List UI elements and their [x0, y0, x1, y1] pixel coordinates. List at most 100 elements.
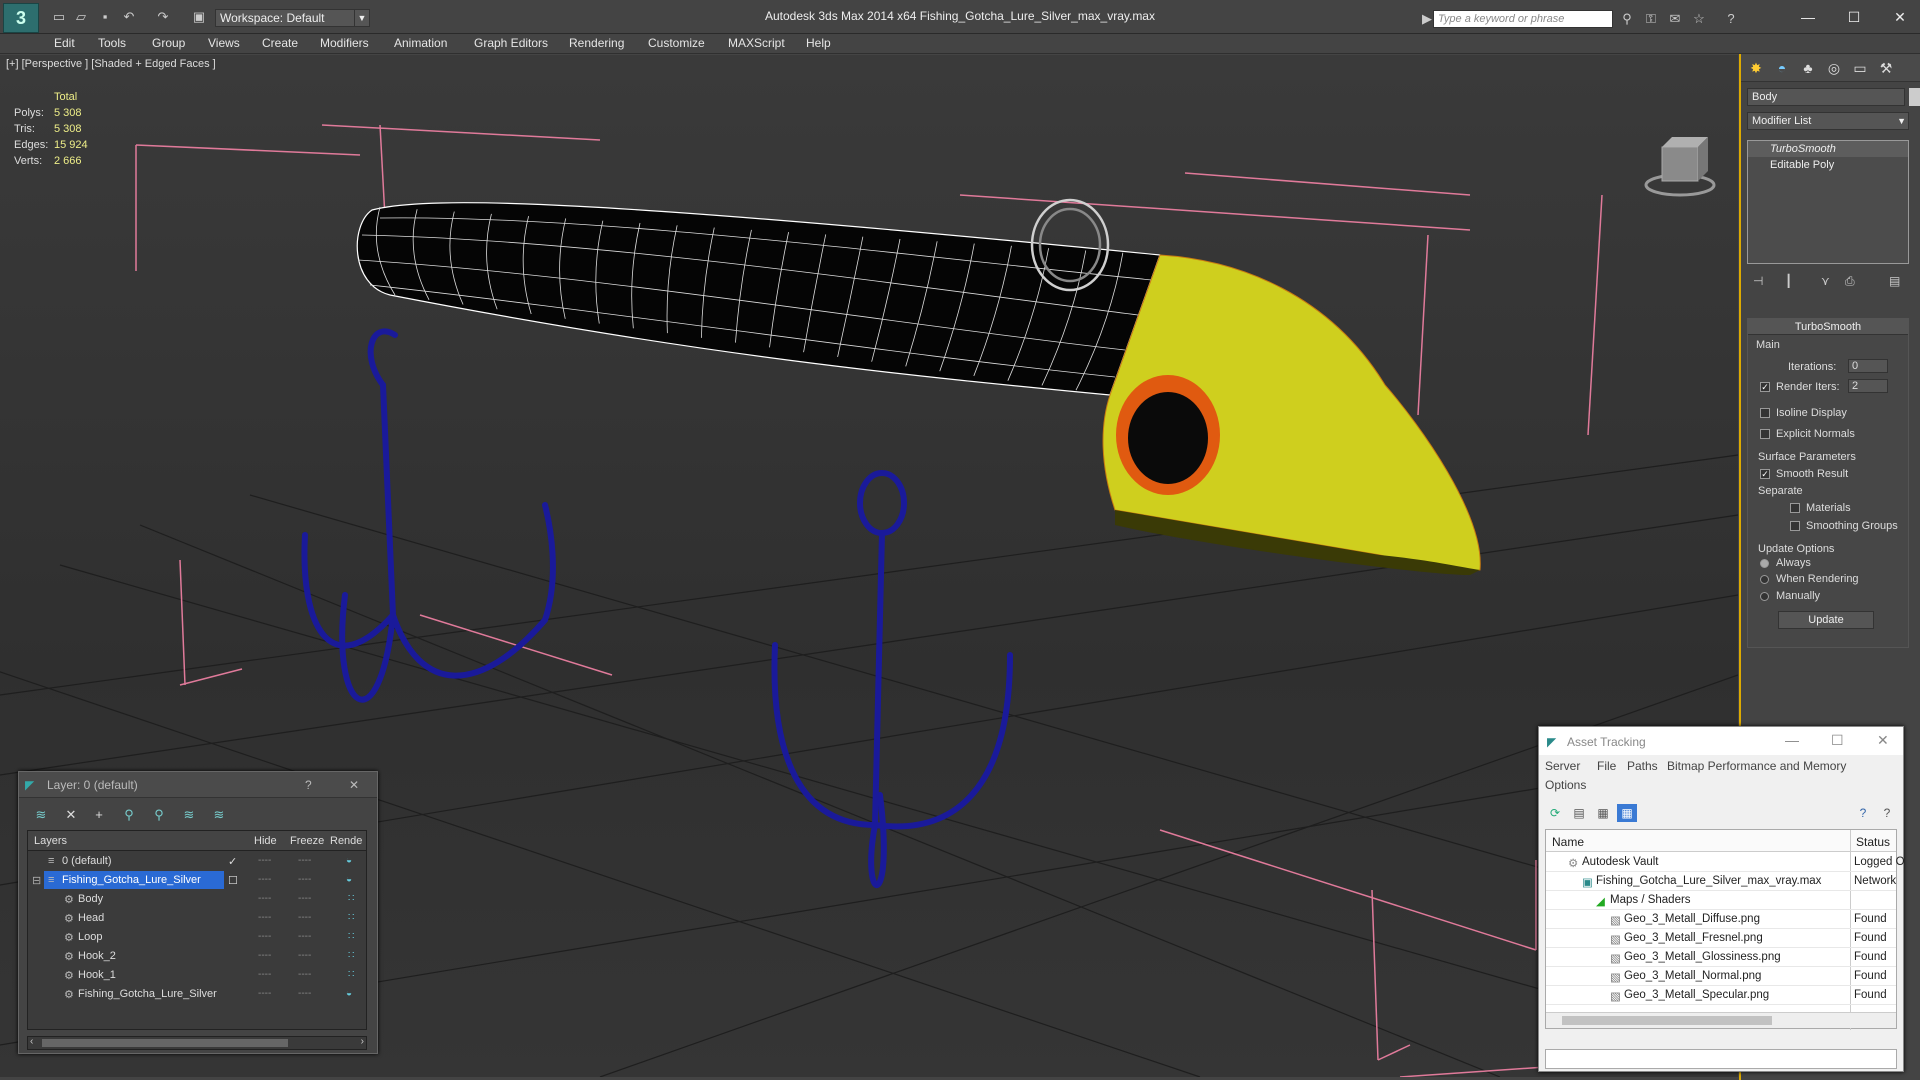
asset-row[interactable]: ◢ Maps / Shaders — [1546, 891, 1896, 910]
chevron-down-icon[interactable]: ▼ — [1897, 113, 1906, 129]
expand-icon[interactable]: ⊟ — [32, 874, 41, 887]
hide-toggle[interactable]: ---- — [258, 912, 271, 923]
asset-menu-bitmap-performance[interactable]: Bitmap Performance and Memory — [1667, 759, 1846, 773]
render-dots-icon[interactable]: ∷ — [348, 931, 354, 942]
help-icon[interactable]: ? — [1722, 10, 1740, 28]
manually-radio[interactable] — [1760, 592, 1769, 601]
communication-icon[interactable]: ✉ — [1666, 10, 1684, 28]
binoculars-icon[interactable]: ⚲ — [1618, 10, 1636, 28]
active-layer-box-icon[interactable]: ☐ — [228, 874, 238, 887]
object-name-field[interactable]: Body — [1747, 88, 1905, 106]
refresh-icon[interactable]: ⟳ — [1545, 804, 1565, 822]
asset-row[interactable]: ▣ Fishing_Gotcha_Lure_Silver_max_vray.ma… — [1546, 872, 1896, 891]
object-row[interactable]: ⚙ Fishing_Gotcha_Lure_Silver ---- ---- ◒ — [28, 985, 366, 1004]
smoothing-groups-checkbox[interactable] — [1790, 521, 1800, 531]
hide-toggle[interactable]: ---- — [258, 988, 271, 999]
configure-sets-icon[interactable]: ▤ — [1889, 274, 1900, 288]
menu-help[interactable]: Help — [806, 36, 831, 50]
asset-menu-server[interactable]: Server — [1545, 759, 1580, 773]
delete-layer-icon[interactable]: ✕ — [61, 806, 81, 824]
iterations-spinner[interactable]: 0 — [1848, 359, 1888, 373]
col-render[interactable]: Rende — [330, 835, 362, 847]
asset-menu-paths[interactable]: Paths — [1627, 759, 1658, 773]
asset-row[interactable]: ▧ Geo_3_Metall_Normal.png Found — [1546, 967, 1896, 986]
asset-horizontal-scrollbar[interactable] — [1546, 1012, 1896, 1028]
always-radio[interactable] — [1760, 559, 1769, 568]
explicit-normals-checkbox[interactable] — [1760, 429, 1770, 439]
remove-modifier-icon[interactable]: ⎙ — [1845, 274, 1855, 289]
render-teapot-icon[interactable]: ◒ — [346, 988, 352, 999]
asset-row[interactable]: ▧ Geo_3_Metall_Specular.png Found — [1546, 986, 1896, 1005]
when-rendering-radio[interactable] — [1760, 575, 1769, 584]
modifier-stack[interactable]: TurboSmooth Editable Poly — [1747, 140, 1909, 264]
freeze-toggle[interactable]: ---- — [298, 988, 311, 999]
modify-tab-icon[interactable]: ◓ — [1771, 58, 1793, 78]
freeze-toggle[interactable]: ---- — [298, 931, 311, 942]
isoline-display-checkbox[interactable] — [1760, 408, 1770, 418]
object-color-swatch[interactable] — [1909, 88, 1920, 106]
freeze-toggle[interactable]: ---- — [298, 893, 311, 904]
col-freeze[interactable]: Freeze — [290, 835, 324, 847]
make-unique-icon[interactable]: ⋎ — [1821, 274, 1830, 288]
active-layer-check-icon[interactable]: ✓ — [228, 855, 237, 868]
render-teapot-icon[interactable]: ◒ — [346, 855, 352, 866]
col-hide[interactable]: Hide — [254, 835, 277, 847]
viewcube[interactable] — [1644, 137, 1716, 197]
viewport-label[interactable]: [+] [Perspective ] [Shaded + Edged Faces… — [6, 58, 216, 70]
maximize-button[interactable]: ☐ — [1840, 6, 1868, 28]
scrollbar-thumb[interactable] — [1562, 1016, 1772, 1025]
maximize-button[interactable]: ☐ — [1831, 732, 1844, 749]
asset-row[interactable]: ▧ Geo_3_Metall_Diffuse.png Found — [1546, 910, 1896, 929]
table-view-icon[interactable]: ▦ — [1593, 804, 1613, 822]
freeze-toggle[interactable]: ---- — [298, 969, 311, 980]
scroll-left-icon[interactable]: ‹ — [30, 1036, 33, 1047]
rollout-header[interactable]: TurboSmooth — [1748, 319, 1908, 335]
hierarchy-tab-icon[interactable]: ♣ — [1797, 58, 1819, 78]
object-row[interactable]: ⚙ Body ---- ---- ∷ — [28, 890, 366, 909]
object-row[interactable]: ⚙ Hook_1 ---- ---- ∷ — [28, 966, 366, 985]
hide-all-icon[interactable]: ≋ — [179, 806, 199, 824]
close-icon[interactable]: ✕ — [349, 778, 359, 792]
update-button[interactable]: Update — [1778, 611, 1874, 629]
render-dots-icon[interactable]: ∷ — [348, 893, 354, 904]
render-dots-icon[interactable]: ∷ — [348, 969, 354, 980]
asset-row[interactable]: ▧ Geo_3_Metall_Fresnel.png Found — [1546, 929, 1896, 948]
close-button[interactable]: ✕ — [1886, 6, 1914, 28]
render-iters-checkbox[interactable]: ✓ — [1760, 382, 1770, 392]
create-tab-icon[interactable]: ✸ — [1745, 58, 1767, 78]
menu-create[interactable]: Create — [262, 36, 298, 50]
hide-toggle[interactable]: ---- — [258, 893, 271, 904]
col-name[interactable]: Name — [1552, 835, 1584, 849]
menu-customize[interactable]: Customize — [648, 36, 705, 50]
asset-menu-options[interactable]: Options — [1545, 778, 1586, 792]
display-tab-icon[interactable]: ▭ — [1849, 58, 1871, 78]
object-row[interactable]: ⚙ Loop ---- ---- ∷ — [28, 928, 366, 947]
stack-item-editable-poly[interactable]: Editable Poly — [1748, 157, 1908, 173]
asset-menu-file[interactable]: File — [1597, 759, 1616, 773]
pin-stack-icon[interactable]: ⊣ — [1753, 274, 1763, 288]
favorites-icon[interactable]: ☆ — [1690, 10, 1708, 28]
help-button[interactable]: ? — [305, 778, 312, 792]
hide-toggle[interactable]: ---- — [258, 855, 271, 866]
render-dots-icon[interactable]: ∷ — [348, 950, 354, 961]
freeze-toggle[interactable]: ---- — [298, 950, 311, 961]
menu-maxscript[interactable]: MAXScript — [728, 36, 785, 50]
minimize-button[interactable]: — — [1785, 732, 1799, 748]
object-row[interactable]: ⚙ Head ---- ---- ∷ — [28, 909, 366, 928]
layer-window-titlebar[interactable]: ◤ Layer: 0 (default) ? ✕ — [19, 772, 377, 798]
close-button[interactable]: ✕ — [1877, 732, 1889, 749]
asset-row[interactable]: ▧ Geo_3_Metall_Glossiness.png Found — [1546, 948, 1896, 967]
menu-graph-editors[interactable]: Graph Editors — [474, 36, 548, 50]
show-end-result-icon[interactable]: ┃ — [1785, 274, 1792, 288]
scroll-right-icon[interactable]: › — [361, 1036, 364, 1047]
stack-item-turbosmooth[interactable]: TurboSmooth — [1748, 141, 1908, 157]
list-view-icon[interactable]: ▤ — [1569, 804, 1589, 822]
menu-views[interactable]: Views — [208, 36, 240, 50]
materials-checkbox[interactable] — [1790, 503, 1800, 513]
freeze-toggle[interactable]: ---- — [298, 912, 311, 923]
hide-toggle[interactable]: ---- — [258, 969, 271, 980]
minimize-button[interactable]: — — [1794, 6, 1822, 28]
horizontal-scrollbar[interactable]: ‹ › — [27, 1036, 367, 1050]
freeze-toggle[interactable]: ---- — [298, 855, 311, 866]
help-icon[interactable]: ? — [1877, 804, 1897, 822]
